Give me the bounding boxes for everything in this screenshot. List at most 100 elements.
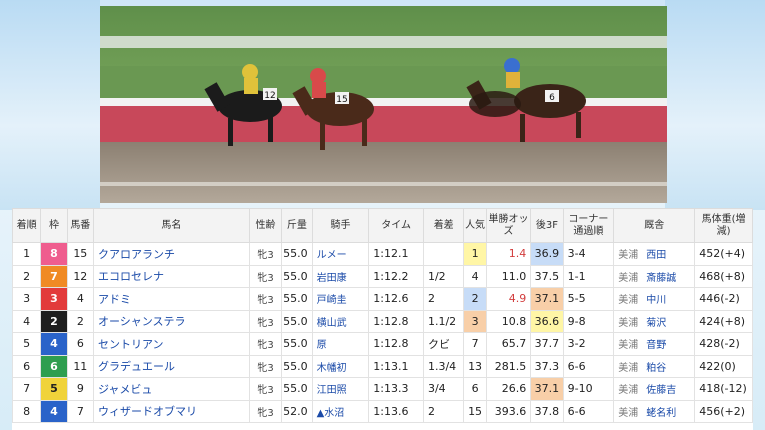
table-row[interactable]: 8 4 7 ウィザードオブマリ 牝3 52.0 ▲水沼 1:13.6 2 15 393.6 37.8 6… [11, 399, 753, 423]
popularity-cell: 15 [463, 399, 487, 423]
frame-badge: 3 [40, 287, 68, 311]
horse-name-link[interactable]: グラデュエール [92, 354, 250, 378]
table-row[interactable]: 1 8 15 クアロアランチ 牝3 55.0 ルメー 1:12.1 1 1.4 36.9 3-4 美浦西… [11, 242, 753, 266]
saddle-number-2: 15 [336, 95, 347, 105]
trainer-link[interactable]: 西田 [646, 250, 666, 261]
horse-name-link[interactable]: セントリアン [92, 332, 250, 356]
background-right [665, 0, 765, 210]
header-popularity: 人気 [463, 208, 487, 243]
horse-name-link[interactable]: オーシャンステラ [92, 309, 250, 333]
background-left [0, 0, 100, 210]
frame-badge: 2 [40, 309, 68, 333]
popularity-cell: 3 [463, 309, 487, 333]
margin-cell: 2 [422, 287, 465, 311]
popularity-cell: 7 [463, 332, 487, 356]
header-rank: 着順 [11, 208, 42, 243]
odds-cell: 4.9 [485, 287, 532, 311]
horse-name-link[interactable]: アドミ [92, 287, 250, 311]
time-cell: 1:13.1 [368, 354, 424, 378]
jockey-link[interactable]: 横山武 [311, 309, 370, 333]
time-cell: 1:12.2 [368, 264, 424, 288]
jockey-link[interactable]: 原 [311, 332, 370, 356]
corner-cell: 9-10 [562, 377, 615, 401]
trainer-link[interactable]: 粕谷 [646, 363, 666, 374]
horse-name-link[interactable]: クアロアランチ [92, 242, 250, 266]
time-cell: 1:12.1 [368, 242, 424, 266]
header-time: タイム [368, 208, 424, 243]
popularity-cell: 2 [463, 287, 487, 311]
stable-cell: 美浦 佐藤吉 [613, 377, 696, 401]
results-table-container: 着順 枠 馬番 馬名 性齢 斤量 騎手 タイム 着差 人気 単勝オッズ 後3F … [11, 208, 753, 430]
weight-cell: 55.0 [281, 377, 313, 401]
table-row[interactable]: 6 6 11 グラデュエール 牝3 55.0 木幡初 1:13.1 1.3/4 13 281.5 37… [11, 354, 753, 378]
table-row[interactable]: 2 7 12 エコロセレナ 牝3 55.0 岩田康 1:12.2 1/2 4 11.0 37.5 1-1… [11, 264, 753, 288]
sexage-cell: 牝3 [248, 287, 283, 311]
trainer-link[interactable]: 斎藤誠 [646, 273, 676, 284]
jockey-link[interactable]: 木幡初 [311, 354, 370, 378]
table-row[interactable]: 4 2 2 オーシャンステラ 牝3 55.0 横山武 1:12.8 1.1/2 3 10.8 36.6… [11, 309, 753, 333]
jockey-link[interactable]: ルメー [311, 242, 370, 266]
odds-cell: 281.5 [485, 354, 532, 378]
weight-cell: 55.0 [281, 354, 313, 378]
trainer-link[interactable]: 中川 [646, 295, 666, 306]
stable-cell: 美浦 菊沢 [613, 309, 696, 333]
race-video-frame[interactable]: 12 15 6 [100, 6, 667, 203]
corner-cell: 6-6 [562, 399, 615, 423]
trainer-link[interactable]: 蛯名利 [646, 408, 676, 419]
bodyweight-cell: 422(0) [694, 354, 753, 378]
header-sexage: 性齢 [248, 208, 283, 243]
margin-cell: 2 [422, 399, 465, 423]
trainer-link[interactable]: 菊沢 [646, 318, 666, 329]
horse-name-link[interactable]: ウィザードオブマリ [92, 399, 250, 423]
rank-cell: 1 [11, 242, 42, 266]
rank-cell: 8 [11, 399, 42, 423]
last3f-cell: 37.1 [530, 377, 564, 401]
last3f-cell: 37.7 [530, 332, 564, 356]
table-row[interactable]: 7 5 9 ジャメビュ 牝3 55.0 江田照 1:13.3 3/4 6 26.6 37.1 9-10 美… [11, 377, 753, 401]
weight-cell: 55.0 [281, 242, 313, 266]
stable-location: 美浦 [618, 385, 639, 397]
jockey-link[interactable]: 江田照 [311, 377, 370, 401]
bodyweight-cell: 446(-2) [694, 287, 753, 311]
horse-name-link[interactable]: エコロセレナ [92, 264, 250, 288]
header-last3f: 後3F [530, 208, 564, 243]
stable-location: 美浦 [618, 250, 639, 262]
saddle-number-1: 12 [264, 91, 275, 101]
frame-badge: 4 [40, 399, 68, 423]
horse-number-cell: 15 [66, 242, 94, 266]
last3f-cell: 36.9 [530, 242, 564, 266]
sexage-cell: 牝3 [248, 309, 283, 333]
weight-cell: 55.0 [281, 309, 313, 333]
race-scene: 12 15 6 [100, 6, 667, 203]
jockey-link[interactable]: 岩田康 [311, 264, 370, 288]
corner-cell: 5-5 [562, 287, 615, 311]
margin-cell: クビ [422, 332, 465, 356]
trainer-link[interactable]: 佐藤吉 [646, 385, 676, 396]
header-margin: 着差 [422, 208, 465, 243]
jockey-link[interactable]: ▲水沼 [311, 399, 370, 423]
odds-cell: 393.6 [485, 399, 532, 423]
stable-location: 美浦 [618, 362, 639, 374]
frame-badge: 6 [40, 354, 68, 378]
horse-name-link[interactable]: ジャメビュ [92, 377, 250, 401]
bodyweight-cell: 468(+8) [694, 264, 753, 288]
header-corner: コーナー通過順 [562, 208, 615, 243]
sexage-cell: 牝3 [248, 264, 283, 288]
frame-badge: 5 [40, 377, 68, 401]
stable-location: 美浦 [618, 317, 639, 329]
stable-location: 美浦 [618, 407, 639, 419]
trainer-link[interactable]: 音野 [646, 340, 666, 351]
header-odds: 単勝オッズ [485, 208, 532, 243]
jockey-link[interactable]: 戸崎圭 [311, 287, 370, 311]
rank-cell: 4 [11, 309, 42, 333]
last3f-cell: 36.6 [530, 309, 564, 333]
bodyweight-cell: 452(+4) [694, 242, 753, 266]
table-row[interactable]: 5 4 6 セントリアン 牝3 55.0 原 1:12.8 クビ 7 65.7 37.7 3-2 美浦 音野… [11, 332, 753, 356]
popularity-cell: 1 [463, 242, 487, 266]
last3f-cell: 37.3 [530, 354, 564, 378]
horse-number-cell: 12 [66, 264, 94, 288]
margin-cell [422, 242, 465, 266]
header-horse: 馬名 [92, 208, 250, 243]
header-bodyweight: 馬体重(増減) [694, 208, 753, 243]
table-row[interactable]: 3 3 4 アドミ 牝3 55.0 戸崎圭 1:12.6 2 2 4.9 37.1 5-5 美浦 中川 446… [11, 287, 753, 311]
